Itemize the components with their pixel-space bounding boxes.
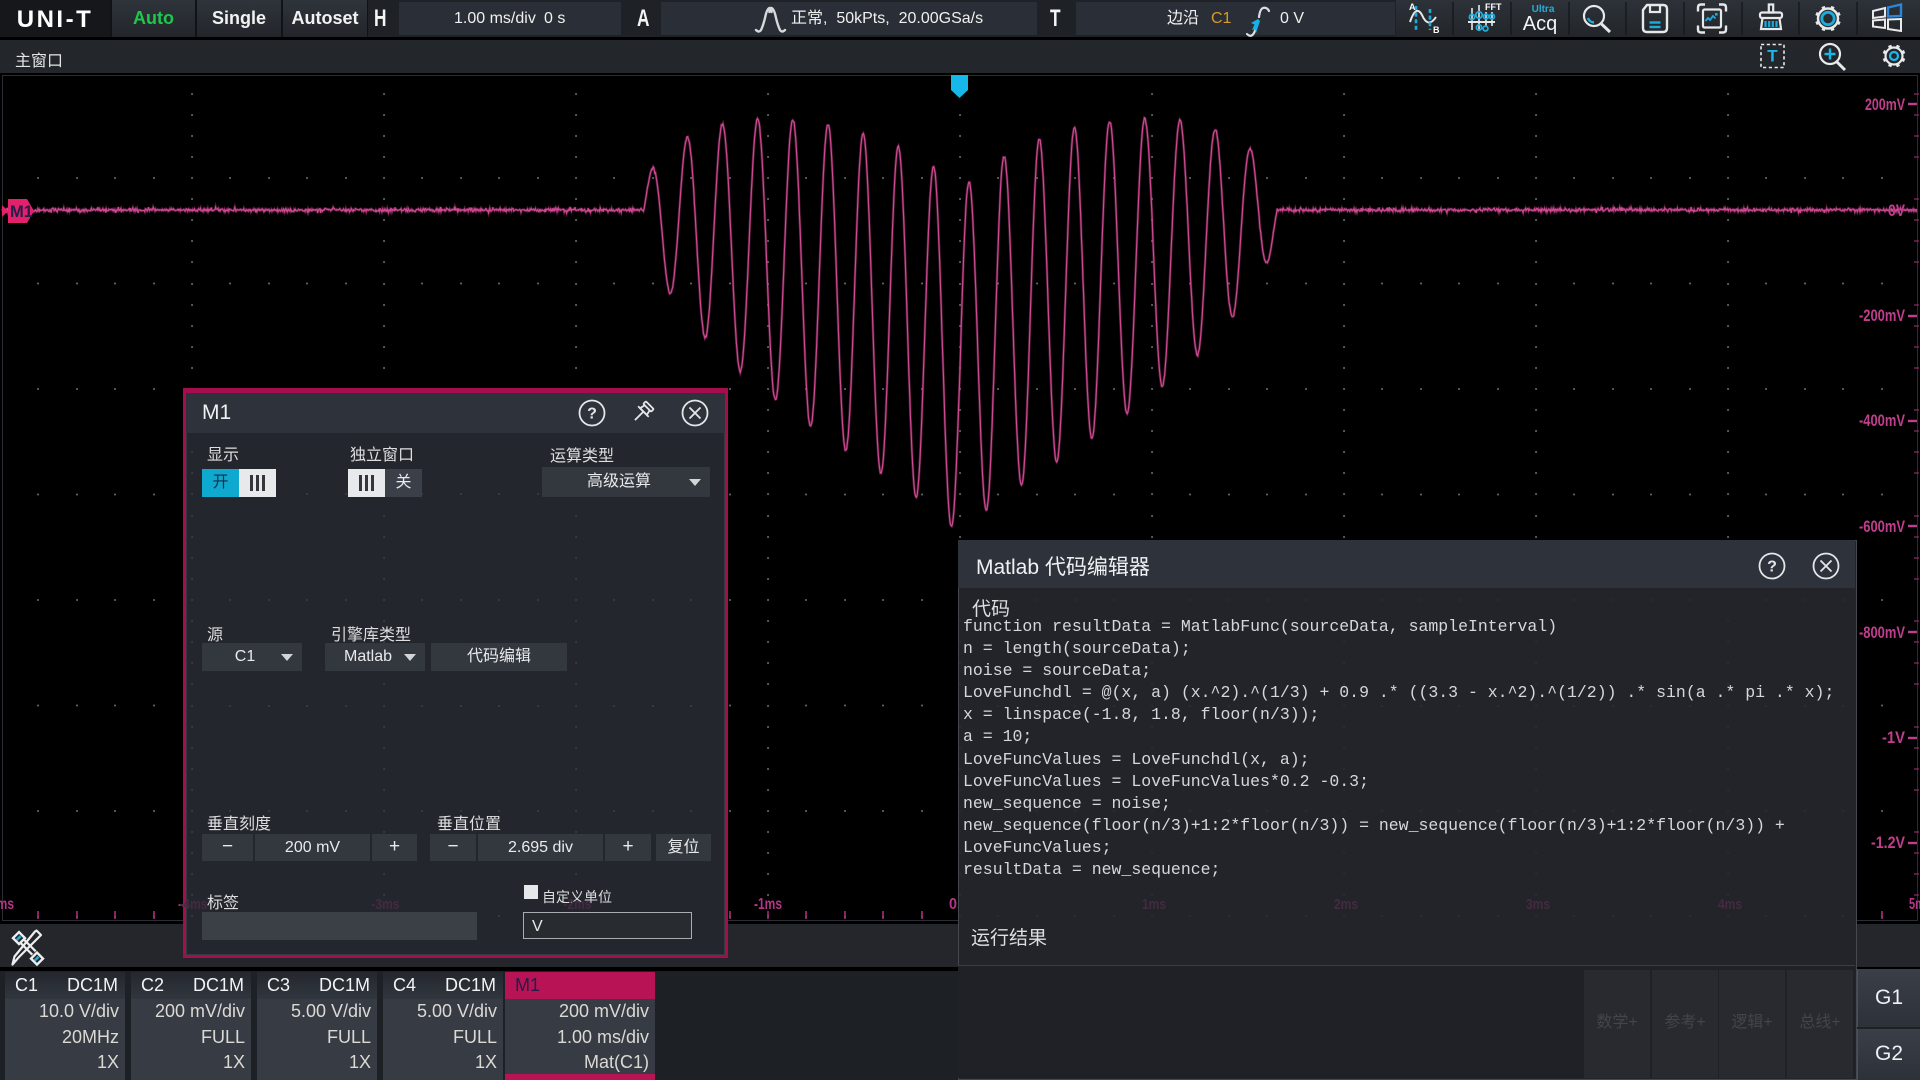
svg-text:A: A (1409, 2, 1416, 12)
svg-text:B: B (1433, 25, 1440, 35)
svg-text:-1ms: -1ms (754, 896, 782, 913)
svg-text:5ms: 5ms (1909, 896, 1920, 913)
svg-text:?: ? (1767, 559, 1777, 576)
svg-text:?: ? (587, 406, 597, 423)
svg-text:-600mV: -600mV (1859, 518, 1905, 536)
svg-text:-400mV: -400mV (1859, 412, 1905, 430)
svg-text:Acq: Acq (1523, 13, 1557, 35)
svg-text:-200mV: -200mV (1859, 307, 1905, 325)
svg-text:-1V: -1V (1882, 729, 1905, 747)
svg-text:-5ms: -5ms (0, 896, 14, 913)
svg-text:M1: M1 (10, 203, 33, 221)
svg-text:-1.2V: -1.2V (1871, 834, 1905, 852)
svg-text:FFT: FFT (1485, 2, 1502, 12)
svg-text:T: T (1767, 47, 1778, 66)
svg-text:200mV: 200mV (1865, 96, 1905, 114)
svg-text:0V: 0V (1888, 202, 1905, 220)
